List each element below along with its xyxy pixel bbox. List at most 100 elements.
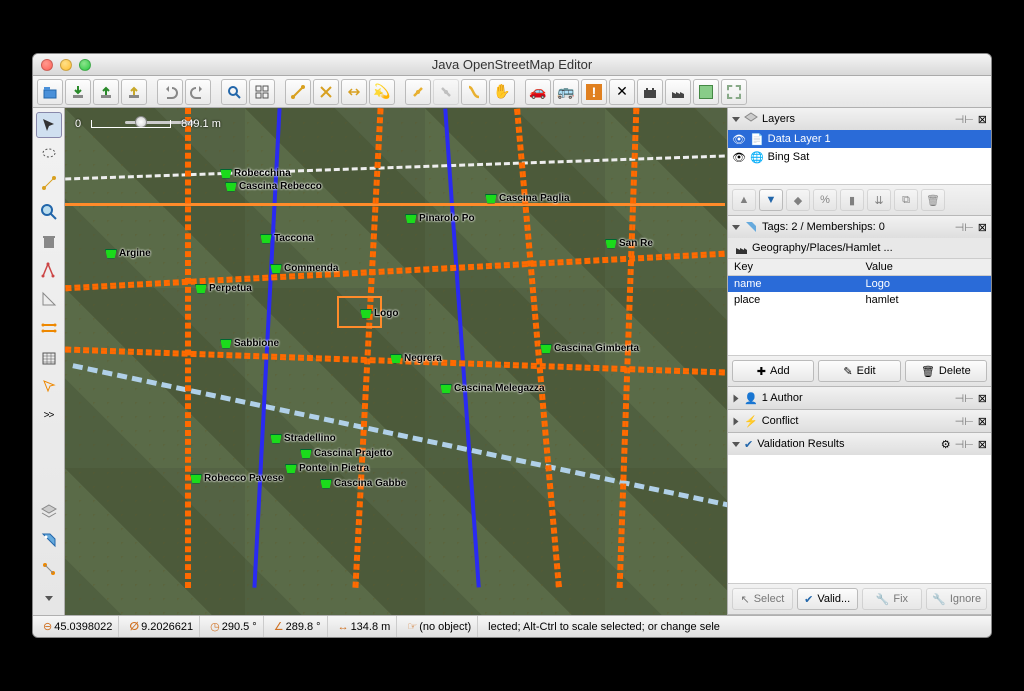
place-marker[interactable]: Cascina Gabbe: [320, 478, 406, 489]
pin-icon[interactable]: ⊣⊢: [955, 113, 974, 126]
place-marker[interactable]: Cascina Melegazza: [440, 383, 545, 394]
open-button[interactable]: [37, 79, 63, 105]
angle-tool[interactable]: [36, 286, 62, 312]
validation-panel-header[interactable]: ✔ Validation Results ⚙ ⊣⊢ ⊠: [728, 433, 991, 455]
delete-tool[interactable]: [36, 228, 62, 254]
author-panel-header[interactable]: 👤 1 Author ⊣⊢ ⊠: [728, 387, 991, 409]
pan-button[interactable]: ✋: [489, 79, 515, 105]
tags-table[interactable]: Key Value nameLogoplacehamlet: [728, 259, 991, 308]
pin-icon[interactable]: ⊣⊢: [955, 415, 974, 428]
layer-up-button[interactable]: ▲: [732, 189, 756, 211]
search-button[interactable]: [221, 79, 247, 105]
pin-icon[interactable]: ⊣⊢: [955, 221, 974, 234]
edit-tag-button[interactable]: ✎Edit: [818, 360, 900, 382]
layer-visible-button[interactable]: %: [813, 189, 837, 211]
panel-close-icon[interactable]: ⊠: [978, 438, 987, 451]
preferences-button[interactable]: [249, 79, 275, 105]
select-tool[interactable]: [36, 112, 62, 138]
tag-row[interactable]: nameLogo: [728, 276, 991, 293]
place-marker[interactable]: Argine: [105, 248, 151, 259]
preset-industrial-button[interactable]: [665, 79, 691, 105]
conflict-panel-header[interactable]: ⚡ Conflict ⊣⊢ ⊠: [728, 410, 991, 432]
preset-boundary-button[interactable]: [721, 79, 747, 105]
place-marker[interactable]: Cascina Prajetto: [300, 448, 392, 459]
preset-landuse-button[interactable]: [693, 79, 719, 105]
pin-icon[interactable]: ⊣⊢: [955, 392, 974, 405]
lasso-tool[interactable]: [36, 141, 62, 167]
zoom-tool[interactable]: [36, 199, 62, 225]
place-marker[interactable]: Sabbione: [220, 338, 279, 349]
reverse-button[interactable]: [341, 79, 367, 105]
join-button[interactable]: [433, 79, 459, 105]
close-window-button[interactable]: [41, 59, 53, 71]
place-marker[interactable]: Commenda: [270, 263, 338, 274]
val-select-button[interactable]: ↖Select: [732, 588, 793, 610]
pin-icon[interactable]: ⊣⊢: [955, 438, 974, 451]
layers-toggle[interactable]: [36, 498, 62, 524]
download-button[interactable]: [65, 79, 91, 105]
place-marker[interactable]: Ponte in Pietra: [285, 463, 369, 474]
val-fix-button[interactable]: 🔧Fix: [862, 588, 923, 610]
layer-row[interactable]: 👁📄Data Layer 1: [728, 130, 991, 148]
place-marker[interactable]: Logo: [360, 308, 398, 319]
place-marker[interactable]: Taccona: [260, 233, 314, 244]
settings-icon[interactable]: ⚙: [941, 438, 951, 451]
split-way-button[interactable]: [285, 79, 311, 105]
merge-button[interactable]: [461, 79, 487, 105]
tags-panel-header[interactable]: Tags: 2 / Memberships: 0 ⊣⊢ ⊠: [728, 216, 991, 238]
redo-button[interactable]: [185, 79, 211, 105]
improve-tool[interactable]: [36, 373, 62, 399]
preset-row[interactable]: Geography/Places/Hamlet ...: [728, 238, 991, 259]
place-marker[interactable]: Negrera: [390, 353, 442, 364]
zoom-window-button[interactable]: [79, 59, 91, 71]
more-tool[interactable]: >>: [36, 402, 62, 428]
parallel-tool[interactable]: [36, 315, 62, 341]
layer-row[interactable]: 👁🌐Bing Sat: [728, 148, 991, 166]
val-validate-button[interactable]: ✔Valid...: [797, 588, 858, 610]
place-marker[interactable]: Cascina Rebecco: [225, 181, 322, 192]
tags-toggle[interactable]: [36, 527, 62, 553]
map-canvas[interactable]: 0 849.1 m RobecchinaCascina RebeccoCasci…: [65, 108, 727, 615]
layer-opacity-button[interactable]: ▮: [840, 189, 864, 211]
layer-delete-button[interactable]: 🗑: [921, 189, 945, 211]
layer-activate-button[interactable]: ◆: [786, 189, 810, 211]
place-marker[interactable]: Perpetua: [195, 283, 252, 294]
panel-close-icon[interactable]: ⊠: [978, 221, 987, 234]
add-tag-button[interactable]: ✚Add: [732, 360, 814, 382]
layers-panel-header[interactable]: Layers ⊣⊢ ⊠: [728, 108, 991, 130]
upload-button[interactable]: [93, 79, 119, 105]
layer-merge-button[interactable]: ⇊: [867, 189, 891, 211]
preset-bus-button[interactable]: 🚌: [553, 79, 579, 105]
expand-toggle[interactable]: [36, 585, 62, 611]
layer-visible-icon[interactable]: 👁: [732, 151, 746, 164]
val-ignore-button[interactable]: 🔧Ignore: [926, 588, 987, 610]
place-marker[interactable]: Robecco Pavese: [190, 473, 284, 484]
panel-close-icon[interactable]: ⊠: [978, 392, 987, 405]
tag-row[interactable]: placehamlet: [728, 292, 991, 308]
panel-close-icon[interactable]: ⊠: [978, 415, 987, 428]
preset-castle-button[interactable]: [637, 79, 663, 105]
layer-down-button[interactable]: ▼: [759, 189, 783, 211]
place-marker[interactable]: Cascina Paglia: [485, 193, 570, 204]
layer-dup-button[interactable]: ⧉: [894, 189, 918, 211]
relation-toggle[interactable]: [36, 556, 62, 582]
preset-car-button[interactable]: 🚗: [525, 79, 551, 105]
place-marker[interactable]: San Re: [605, 238, 653, 249]
place-marker[interactable]: Stradellino: [270, 433, 336, 444]
panel-close-icon[interactable]: ⊠: [978, 113, 987, 126]
combine-button[interactable]: [313, 79, 339, 105]
simplify-button[interactable]: 💫: [369, 79, 395, 105]
extrude-tool[interactable]: [36, 257, 62, 283]
place-marker[interactable]: Robecchina: [220, 168, 291, 179]
place-marker[interactable]: Cascina Gimberta: [540, 343, 639, 354]
preset-warning-button[interactable]: !: [581, 79, 607, 105]
place-marker[interactable]: Pinarolo Po: [405, 213, 475, 224]
undo-button[interactable]: [157, 79, 183, 105]
unglue-button[interactable]: [405, 79, 431, 105]
save-button[interactable]: [121, 79, 147, 105]
preset-food-button[interactable]: ✕: [609, 79, 635, 105]
minimize-window-button[interactable]: [60, 59, 72, 71]
draw-tool[interactable]: [36, 170, 62, 196]
delete-tag-button[interactable]: 🗑Delete: [905, 360, 987, 382]
building-tool[interactable]: [36, 344, 62, 370]
